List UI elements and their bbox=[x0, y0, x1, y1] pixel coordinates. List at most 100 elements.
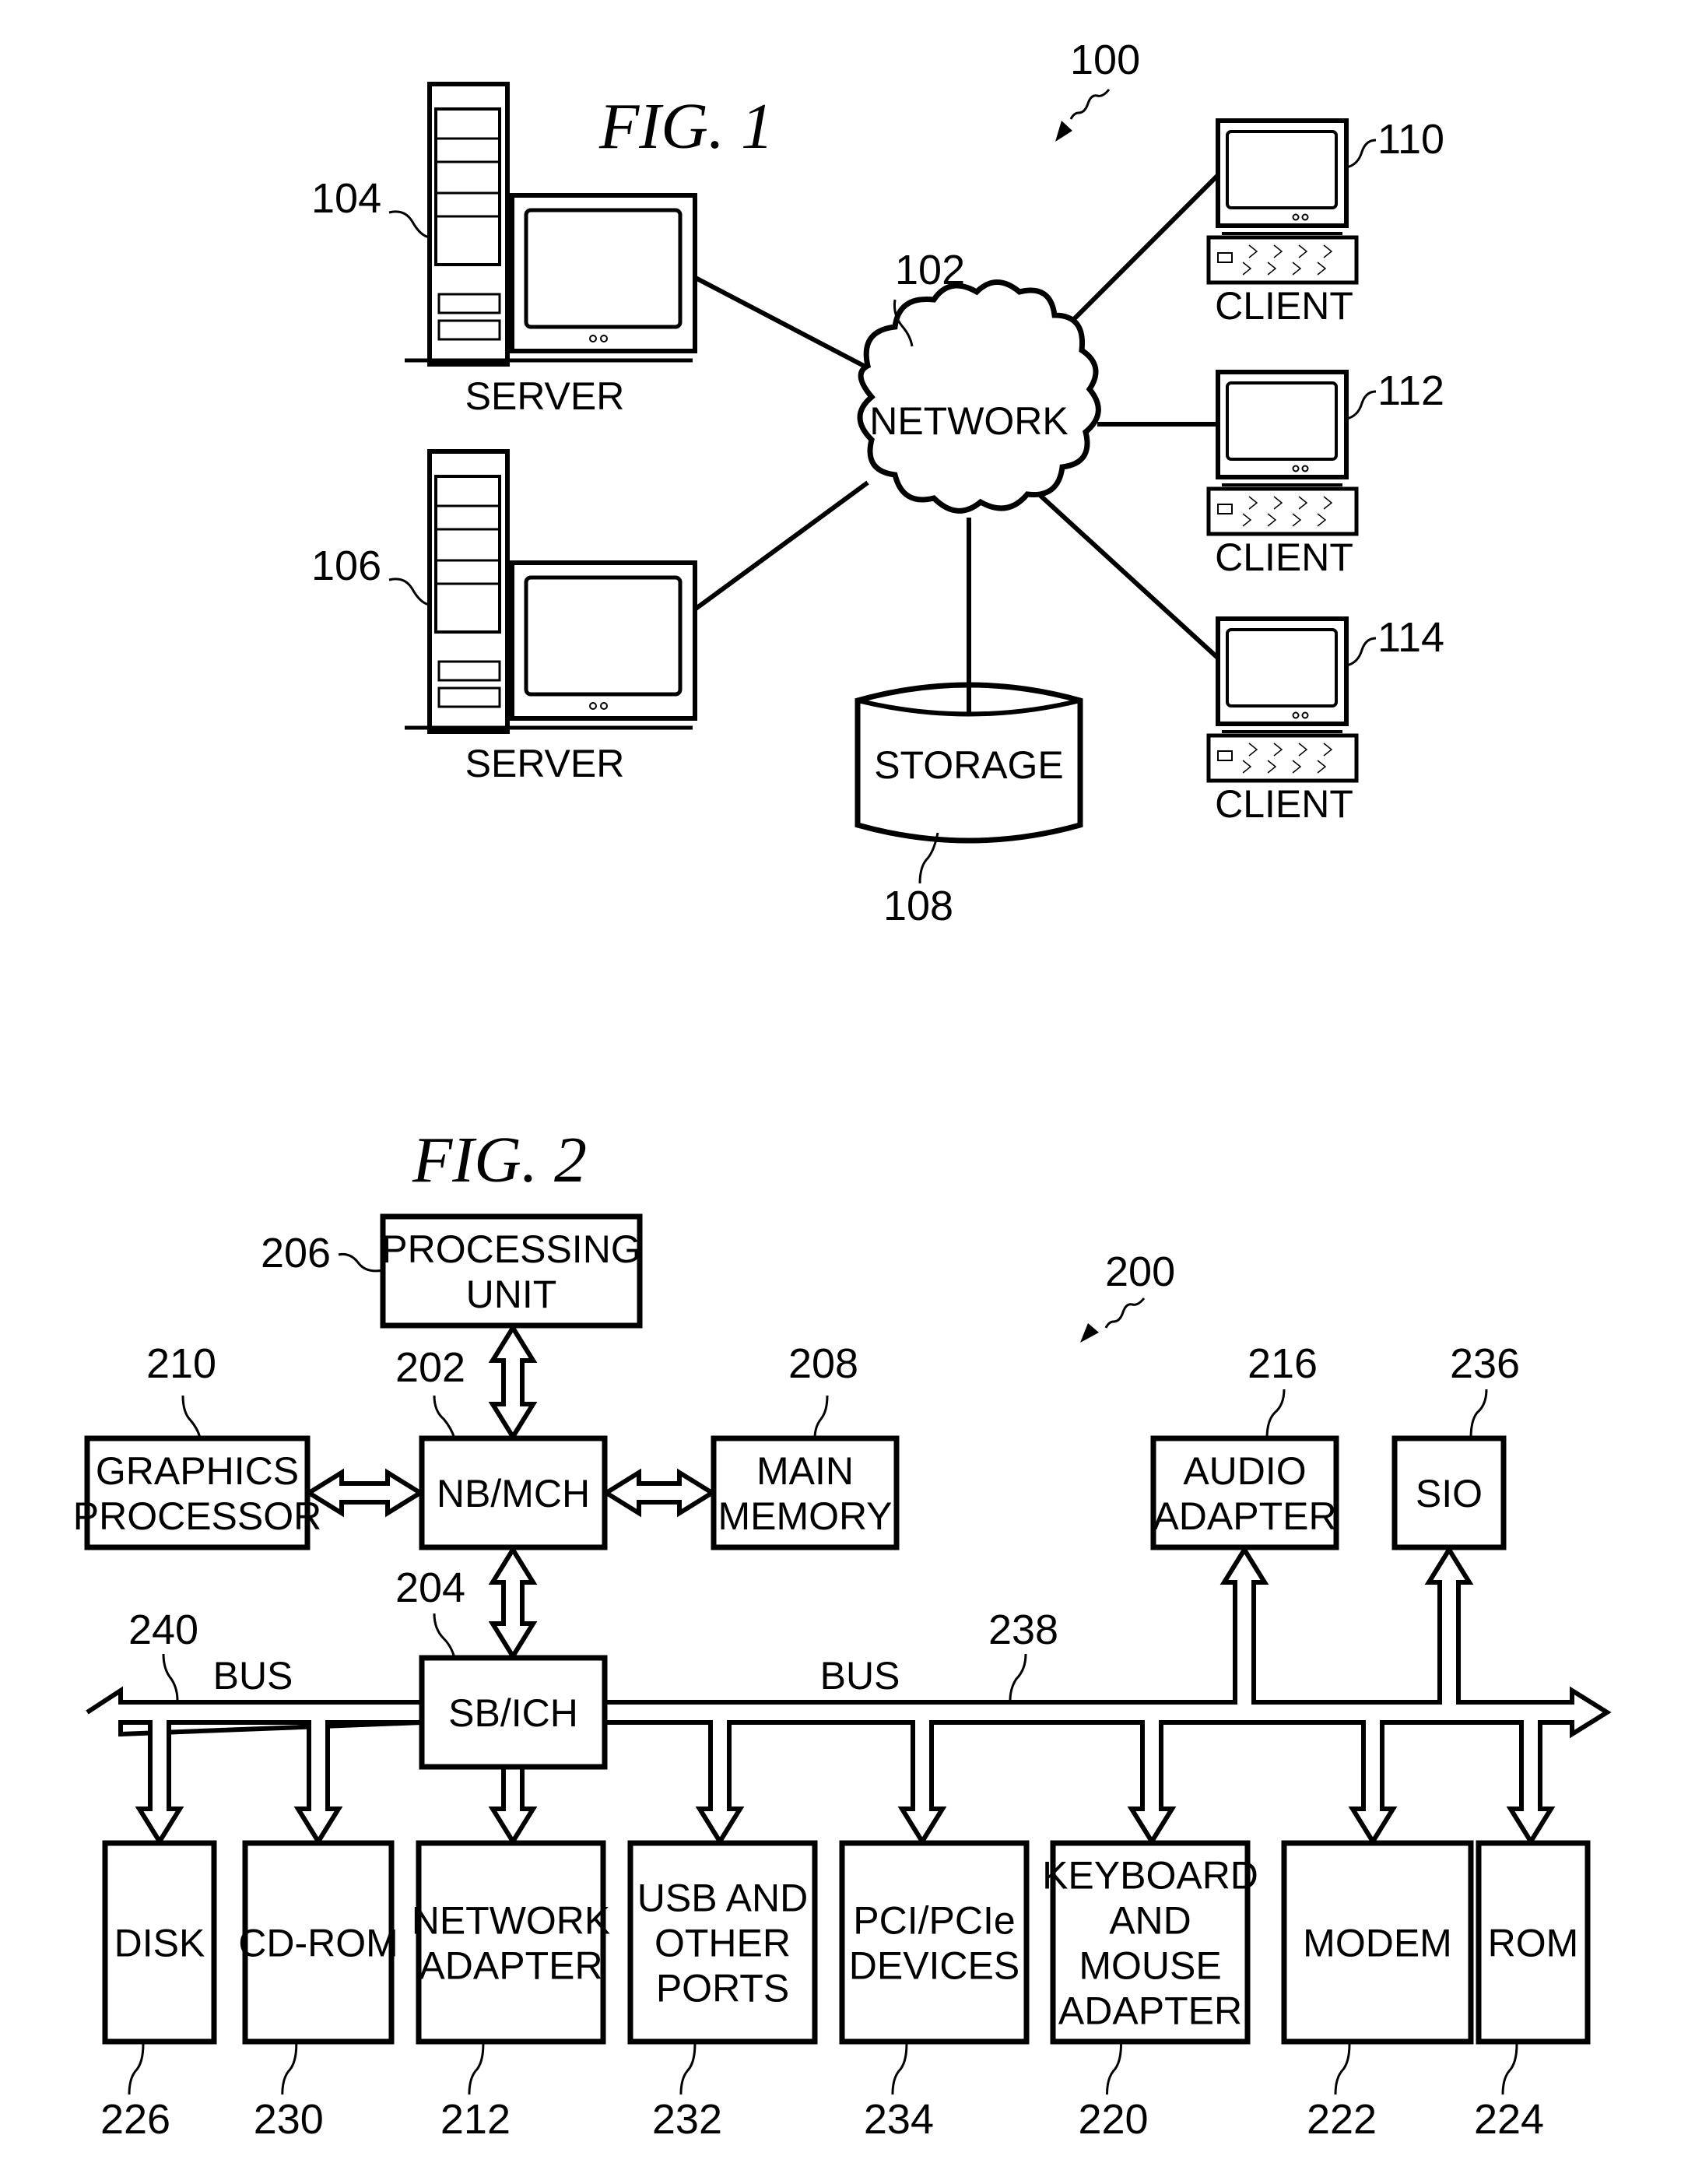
server-label: SERVER bbox=[465, 742, 625, 785]
keyboard-icon bbox=[1206, 235, 1359, 285]
device-box bbox=[416, 1840, 606, 2045]
device-222: MODEM 222 bbox=[1281, 1840, 1474, 2143]
device-label: ADAPTER bbox=[419, 1944, 602, 1988]
processing-unit-label: PROCESSING bbox=[381, 1227, 640, 1271]
server-leader bbox=[388, 578, 430, 606]
main-memory-ref: 208 bbox=[788, 1340, 858, 1387]
storage-cylinder: STORAGE 108 bbox=[855, 518, 1083, 929]
sb-ich-ref: 204 bbox=[395, 1564, 465, 1611]
device-leader bbox=[1106, 2043, 1122, 2095]
audio-adapter-leader bbox=[1265, 1389, 1286, 1439]
audio-adapter-label: AUDIO bbox=[1183, 1449, 1306, 1493]
main-memory-leader bbox=[813, 1395, 829, 1439]
monitor-icon bbox=[1216, 616, 1349, 733]
bus-drop-4 bbox=[1348, 1722, 1398, 1846]
sio: SIO 236 bbox=[1391, 1340, 1520, 1550]
processing-unit-leader bbox=[338, 1253, 384, 1273]
sio-label: SIO bbox=[1416, 1472, 1483, 1515]
fig1-ref-arrow bbox=[1055, 89, 1111, 142]
device-label: ROM bbox=[1488, 1922, 1579, 1965]
device-ref: 226 bbox=[100, 2096, 170, 2143]
bus-drop-1-join bbox=[311, 1719, 325, 1727]
bus-right-label: BUS bbox=[820, 1654, 900, 1698]
device-label: ADAPTER bbox=[1058, 1989, 1242, 2033]
device-220: KEYBOARDANDMOUSEADAPTER 220 bbox=[1042, 1840, 1258, 2143]
nbmch-mem-arrow bbox=[602, 1468, 717, 1518]
fig2-title: FIG. 2 bbox=[412, 1124, 587, 1196]
bus-drop-2 bbox=[897, 1722, 947, 1846]
bus-drop-5-join bbox=[1524, 1719, 1538, 1727]
device-234: PCI/PCIeDEVICES 234 bbox=[839, 1840, 1030, 2143]
device-label: PCI/PCIe bbox=[853, 1899, 1015, 1943]
client-ref: 112 bbox=[1377, 367, 1444, 414]
device-label: KEYBOARD bbox=[1042, 1854, 1258, 1898]
device-ref: 230 bbox=[254, 2096, 324, 2143]
device-leader bbox=[281, 2043, 298, 2095]
device-label: AND bbox=[1109, 1899, 1191, 1943]
nb-mch: NB/MCH 202 bbox=[395, 1344, 608, 1550]
graphics-processor-label: GRAPHICS bbox=[96, 1449, 299, 1493]
link-client-114 bbox=[1037, 492, 1224, 664]
client-label: CLIENT bbox=[1215, 284, 1353, 328]
network-ref: 102 bbox=[895, 247, 965, 293]
network-cloud: NETWORK 102 bbox=[857, 247, 1101, 514]
audio-adapter: AUDIOADAPTER 216 bbox=[1150, 1340, 1339, 1550]
device-label: OTHER bbox=[654, 1922, 791, 1965]
device-leader bbox=[1334, 2043, 1351, 2095]
processing-unit: PROCESSINGUNIT 206 bbox=[261, 1213, 643, 1329]
device-ref: 220 bbox=[1078, 2096, 1148, 2143]
device-label: MOUSE bbox=[1079, 1944, 1221, 1988]
bus-drop-0-join bbox=[153, 1719, 167, 1727]
sb-ich-label: SB/ICH bbox=[448, 1691, 578, 1735]
device-leader bbox=[1501, 2043, 1518, 2095]
bus-drop-3-join bbox=[1145, 1719, 1159, 1727]
bus-drop-2-join bbox=[915, 1719, 929, 1727]
client-leader bbox=[1346, 139, 1377, 169]
gp-nbmch-arrow bbox=[304, 1468, 425, 1518]
server-ref: 106 bbox=[311, 542, 381, 589]
bus-drop-usb bbox=[695, 1722, 745, 1846]
bus-drop-0 bbox=[135, 1722, 184, 1846]
bus-left-label: BUS bbox=[213, 1654, 293, 1698]
audio-adapter-ref: 216 bbox=[1248, 1340, 1318, 1387]
graphics-processor-ref: 210 bbox=[146, 1340, 216, 1387]
nb-mch-label: NB/MCH bbox=[437, 1472, 590, 1515]
audio-adapter-label: ADAPTER bbox=[1153, 1494, 1336, 1538]
graphics-processor-label: PROCESSOR bbox=[73, 1494, 322, 1538]
graphics-processor-leader bbox=[181, 1395, 202, 1439]
monitor-icon bbox=[510, 193, 697, 353]
client-110: CLIENT 110 bbox=[1206, 116, 1444, 328]
fig2-ref-arrow bbox=[1080, 1297, 1146, 1343]
device-leader bbox=[679, 2043, 697, 2095]
bus-to-sio-arrow-join bbox=[1442, 1698, 1456, 1705]
bus-right-leader bbox=[1009, 1653, 1027, 1701]
device-ref: 222 bbox=[1307, 2096, 1377, 2143]
sb-ich: SB/ICH 204 bbox=[395, 1564, 608, 1770]
device-230: CD-ROM 230 bbox=[238, 1840, 398, 2143]
processing-unit-label: UNIT bbox=[466, 1273, 557, 1316]
device-232: USB ANDOTHERPORTS 232 bbox=[627, 1840, 818, 2143]
device-leader bbox=[468, 2043, 485, 2095]
device-ref: 232 bbox=[652, 2096, 722, 2143]
device-leader bbox=[891, 2043, 908, 2095]
device-label: MODEM bbox=[1303, 1922, 1452, 1965]
nb-mch-ref: 202 bbox=[395, 1344, 465, 1391]
device-label: CD-ROM bbox=[238, 1922, 398, 1965]
client-label: CLIENT bbox=[1215, 782, 1353, 826]
fig2-ref: 200 bbox=[1105, 1248, 1175, 1295]
nbmch-sbich-arrow bbox=[488, 1545, 538, 1661]
bus-drop-4-join bbox=[1366, 1719, 1380, 1727]
pu-nbmch-arrow bbox=[488, 1323, 538, 1441]
device-label: DEVICES bbox=[849, 1944, 1020, 1988]
device-label: PORTS bbox=[656, 1967, 789, 2010]
keyboard-icon bbox=[1206, 733, 1359, 783]
client-114: CLIENT 114 bbox=[1206, 614, 1444, 826]
keyboard-icon bbox=[1206, 486, 1359, 536]
bus-drop-3 bbox=[1127, 1722, 1177, 1846]
link-server-104 bbox=[691, 274, 865, 368]
graphics-processor: GRAPHICSPROCESSOR 210 bbox=[73, 1340, 322, 1550]
fig1: FIG. 1 100 NETWORK 102 STORAGE 108 104SE… bbox=[311, 37, 1444, 929]
fig1-title: FIG. 1 bbox=[598, 90, 774, 163]
device-label: DISK bbox=[114, 1922, 205, 1965]
server-label: SERVER bbox=[465, 374, 625, 418]
